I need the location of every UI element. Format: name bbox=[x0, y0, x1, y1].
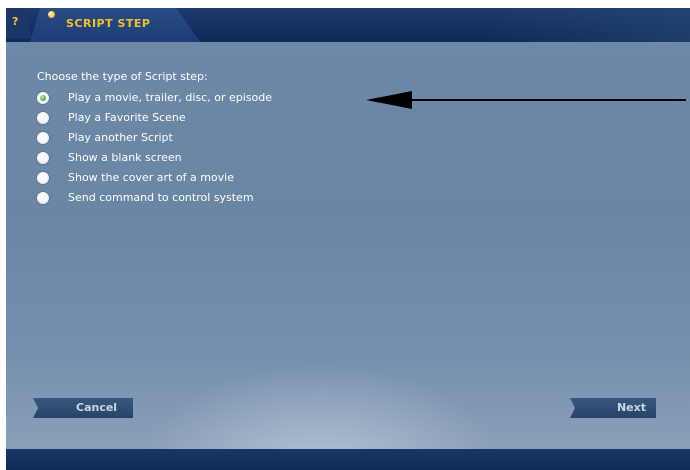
option-play-another-script[interactable]: Play another Script bbox=[37, 129, 173, 147]
radio-button[interactable] bbox=[37, 92, 49, 104]
radio-button[interactable] bbox=[37, 172, 49, 184]
bottom-bar bbox=[6, 449, 690, 470]
option-label: Play a Favorite Scene bbox=[68, 111, 186, 124]
radio-button[interactable] bbox=[37, 152, 49, 164]
option-show-cover-art[interactable]: Show the cover art of a movie bbox=[37, 169, 234, 187]
next-button[interactable]: Next bbox=[570, 398, 656, 418]
next-button-label: Next bbox=[616, 401, 646, 414]
step-type-prompt: Choose the type of Script step: bbox=[37, 70, 208, 83]
cancel-button[interactable]: Cancel bbox=[33, 398, 133, 418]
radio-button[interactable] bbox=[37, 192, 49, 204]
title-bar-gradient bbox=[480, 8, 690, 42]
option-play-favorite-scene[interactable]: Play a Favorite Scene bbox=[37, 109, 186, 127]
option-label: Play a movie, trailer, disc, or episode bbox=[68, 91, 272, 104]
option-show-blank-screen[interactable]: Show a blank screen bbox=[37, 149, 182, 167]
option-label: Show a blank screen bbox=[68, 151, 182, 164]
dot-icon bbox=[48, 11, 55, 18]
option-label: Send command to control system bbox=[68, 191, 254, 204]
radio-button[interactable] bbox=[37, 112, 49, 124]
option-play-movie[interactable]: Play a movie, trailer, disc, or episode bbox=[37, 89, 272, 107]
help-icon[interactable]: ? bbox=[12, 15, 24, 29]
option-label: Show the cover art of a movie bbox=[68, 171, 234, 184]
option-send-command[interactable]: Send command to control system bbox=[37, 189, 254, 207]
arrow-icon bbox=[366, 91, 686, 109]
tab-script-step-label: SCRIPT STEP bbox=[66, 17, 151, 30]
option-label: Play another Script bbox=[68, 131, 173, 144]
radio-button[interactable] bbox=[37, 132, 49, 144]
